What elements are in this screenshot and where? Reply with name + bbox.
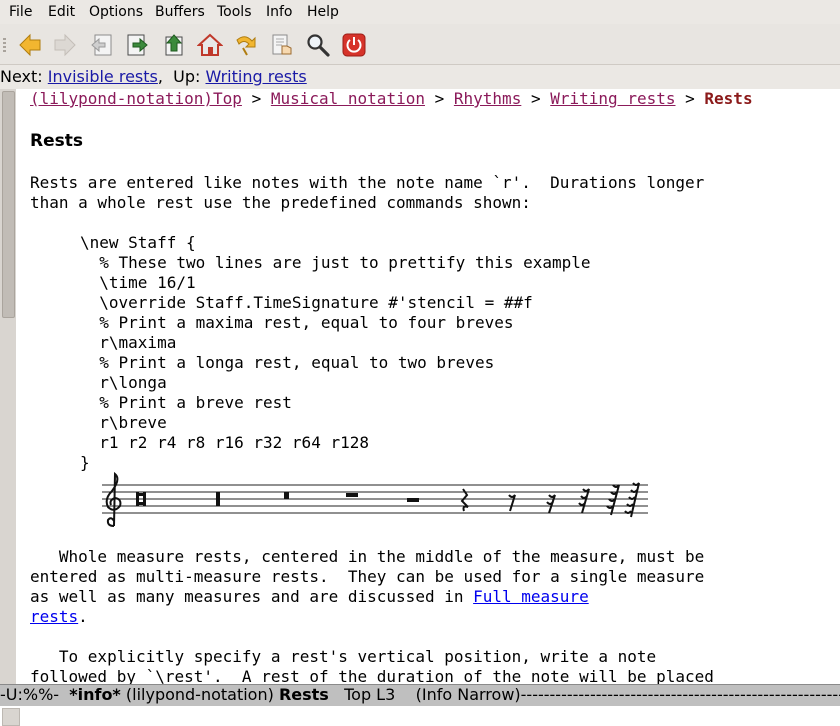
menu-help[interactable]: Help — [307, 4, 339, 20]
code-line: % Print a breve rest — [80, 393, 292, 412]
up-label: Up: — [173, 67, 201, 86]
section-heading: Rests — [30, 131, 83, 151]
info-header-line: Next: Invisible rests, Up: Writing rests — [0, 65, 840, 89]
breadcrumb-current: Rests — [704, 89, 753, 108]
menu-buffers[interactable]: Buffers — [155, 4, 205, 20]
home-icon — [196, 33, 224, 56]
quit-button[interactable] — [341, 32, 367, 58]
code-line: \new Staff { — [80, 233, 196, 252]
modeline-mode[interactable]: (Info Narrow) — [416, 685, 521, 704]
breadcrumb-separator: > — [685, 89, 695, 108]
music-staff-image — [102, 471, 648, 527]
code-line: % These two lines are just to prettify t… — [80, 253, 591, 272]
menu-info[interactable]: Info — [266, 4, 293, 20]
minibuffer-scroll-box[interactable] — [2, 708, 20, 726]
up-node-icon — [165, 34, 183, 56]
code-line: r1 r2 r4 r8 r16 r32 r64 r128 — [80, 433, 369, 452]
breadcrumb-writing-rests[interactable]: Writing rests — [550, 89, 675, 108]
modeline-node: Rests — [278, 685, 329, 704]
breadcrumb-separator: > — [530, 89, 541, 108]
code-line: \time 16/1 — [80, 273, 196, 292]
code-line: r\maxima — [80, 333, 177, 352]
info-content: (lilypond-notation)Top > Musical notatio… — [30, 89, 830, 684]
next-label: Next: — [0, 67, 43, 86]
paragraph-line: as well as many measures and are discuss… — [30, 587, 589, 607]
next-node-button[interactable] — [124, 32, 150, 58]
menu-options[interactable]: Options — [89, 4, 143, 20]
next-node-link[interactable]: Invisible rests — [48, 67, 158, 86]
menu-tools[interactable]: Tools — [217, 4, 252, 20]
up-node-link[interactable]: Writing rests — [206, 67, 307, 86]
treble-clef-icon — [105, 471, 122, 527]
breadcrumb-rhythms[interactable]: Rhythms — [454, 89, 521, 108]
quit-icon — [342, 33, 366, 57]
index-icon — [272, 34, 292, 55]
paragraph-text: . — [78, 607, 88, 626]
breadcrumb: (lilypond-notation)Top > Musical notatio… — [30, 89, 753, 109]
breadcrumb-musical-notation[interactable]: Musical notation — [271, 89, 425, 108]
toolbar-grip[interactable] — [3, 38, 6, 52]
index-button[interactable] — [269, 32, 295, 58]
full-measure-rests-link[interactable]: Full measure — [473, 587, 589, 606]
code-line: \override Staff.TimeSignature #'stencil … — [80, 293, 533, 312]
search-button[interactable] — [305, 32, 331, 58]
prev-node-button[interactable] — [89, 32, 115, 58]
arrow-right-icon — [54, 33, 76, 57]
arrow-left-icon — [19, 33, 41, 57]
forward-button[interactable] — [52, 32, 78, 58]
up-node-button[interactable] — [161, 32, 187, 58]
home-button[interactable] — [196, 32, 224, 58]
breadcrumb-separator: > — [251, 89, 262, 108]
menu-file[interactable]: File — [9, 4, 32, 20]
mode-line: -U:%%- *info* (lilypond-notation) Rests … — [0, 684, 840, 706]
breadcrumb-separator: > — [434, 89, 445, 108]
toolbar — [0, 24, 840, 65]
paragraph-text: than a whole rest use the predefined com… — [30, 193, 531, 212]
echo-area — [0, 706, 840, 726]
paragraph-text: Whole measure rests, centered in the mid… — [30, 547, 705, 566]
code-line: } — [80, 453, 90, 472]
paragraph-text: entered as multi-measure rests. They can… — [30, 567, 705, 586]
modeline-buffer-name[interactable]: *info* — [69, 685, 121, 704]
history-button[interactable] — [232, 32, 258, 58]
prev-node-icon — [91, 34, 112, 56]
paragraph-text: as well as many measures and are discuss… — [30, 587, 474, 606]
back-button[interactable] — [17, 32, 43, 58]
paragraph-text: Rests are entered like notes with the no… — [30, 173, 705, 192]
next-node-icon — [127, 34, 148, 56]
full-measure-rests-link[interactable]: rests — [30, 607, 78, 626]
modeline-status: -U:%%- — [0, 685, 60, 704]
code-line: r\longa — [80, 373, 167, 392]
search-icon — [307, 34, 330, 57]
code-line: % Print a maxima rest, equal to four bre… — [80, 313, 514, 332]
breadcrumb-top[interactable]: (lilypond-notation)Top — [30, 89, 242, 108]
menu-bar: File Edit Options Buffers Tools Info Hel… — [0, 0, 840, 24]
menu-edit[interactable]: Edit — [48, 4, 75, 20]
paragraph-line: rests. — [30, 607, 88, 627]
modeline-position: Top L3 — [344, 685, 396, 704]
history-icon — [236, 36, 256, 56]
paragraph-text: followed by `\rest'. A rest of the durat… — [30, 667, 714, 684]
code-line: % Print a longa rest, equal to two breve… — [80, 353, 495, 372]
scroll-thumb[interactable] — [2, 91, 15, 318]
vertical-scrollbar[interactable] — [0, 89, 16, 684]
paragraph-text: To explicitly specify a rest's vertical … — [30, 647, 657, 666]
code-line: r\breve — [80, 413, 167, 432]
modeline-fill: ----------------------------------------… — [520, 685, 840, 704]
modeline-file: (lilypond-notation) — [125, 685, 274, 704]
